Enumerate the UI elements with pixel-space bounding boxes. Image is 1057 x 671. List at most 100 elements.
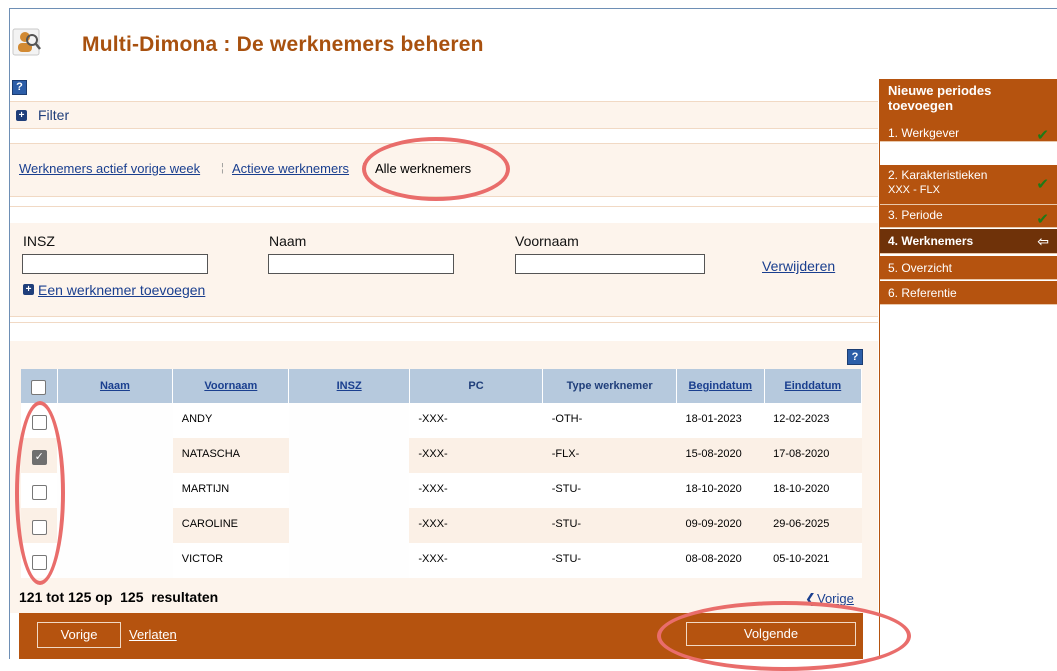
page-header: Multi-Dimona : De werknemers beheren (10, 10, 1057, 82)
naam-cell (57, 508, 173, 543)
wizard-step-3[interactable]: 3. Periode ✔ (880, 205, 1057, 228)
add-employee-link[interactable]: Een werknemer toevoegen (38, 282, 205, 298)
voornaam-cell: VICTOR (172, 543, 289, 578)
wizard-step-label: 2. Karakteristieken (888, 168, 988, 182)
check-icon: ✔ (1036, 211, 1049, 228)
col-pc: PC (409, 369, 544, 403)
insz-cell (288, 508, 410, 543)
annotation-oval (15, 401, 65, 585)
annotation-oval (657, 601, 911, 671)
begindatum-cell: 18-01-2023 (676, 403, 765, 438)
col-voornaam[interactable]: Voornaam (172, 369, 290, 403)
help-icon[interactable]: ? (847, 349, 863, 365)
type-cell: -STU- (542, 543, 677, 578)
table-row: CAROLINE -XXX- -STU- 09-09-2020 29-06-20… (21, 508, 862, 543)
type-cell: -STU- (542, 508, 677, 543)
col-insz[interactable]: INSZ (288, 369, 410, 403)
naam-cell (57, 543, 173, 578)
voornaam-label: Voornaam (515, 233, 579, 249)
naam-cell (57, 473, 173, 508)
filter-bar[interactable]: + Filter (10, 101, 878, 129)
select-all-cell (21, 369, 58, 403)
wizard-step-4[interactable]: 4. Werknemers ⇦ (880, 229, 1057, 254)
begindatum-cell: 15-08-2020 (676, 438, 765, 473)
search-form: INSZ Naam Voornaam Verwijderen + Een wer… (10, 223, 878, 317)
pc-cell: -XXX- (409, 543, 543, 578)
pc-cell: -XXX- (409, 438, 543, 473)
check-icon: ✔ (1036, 176, 1049, 193)
filter-label: Filter (38, 107, 70, 123)
insz-cell (288, 438, 410, 473)
naam-cell (57, 438, 173, 473)
wizard-title: Nieuwe periodes toevoegen (880, 79, 1057, 123)
table-row: VICTOR -XXX- -STU- 08-08-2020 05-10-2021 (21, 543, 862, 578)
table-header-row: Naam Voornaam INSZ PC Type werknemer Beg… (21, 369, 863, 403)
wizard-step-label: 5. Overzicht (888, 261, 953, 275)
begindatum-cell: 08-08-2020 (676, 543, 765, 578)
sort-naam-link[interactable]: Naam (100, 380, 130, 392)
einddatum-cell: 05-10-2021 (764, 543, 862, 578)
wizard-step-label: 6. Referentie (888, 286, 957, 300)
pc-cell: -XXX- (409, 403, 543, 438)
voornaam-cell: NATASCHA (172, 438, 289, 473)
einddatum-cell: 29-06-2025 (764, 508, 862, 543)
plus-icon: + (16, 110, 27, 121)
einddatum-cell: 17-08-2020 (764, 438, 862, 473)
col-type: Type werknemer (542, 369, 677, 403)
voornaam-input[interactable] (515, 254, 705, 274)
type-cell: -FLX- (542, 438, 677, 473)
sort-voornaam-link[interactable]: Voornaam (204, 380, 257, 392)
select-all-checkbox[interactable] (31, 380, 47, 395)
type-cell: -STU- (542, 473, 677, 508)
spacer-strip (10, 206, 878, 224)
employees-table: Naam Voornaam INSZ PC Type werknemer Beg… (21, 369, 863, 578)
wizard-step-sub: XXX - FLX (888, 184, 940, 196)
remove-link[interactable]: Verwijderen (762, 258, 835, 274)
wizard-step-label: 1. Werkgever (888, 126, 960, 140)
einddatum-cell: 12-02-2023 (764, 403, 862, 438)
naam-input[interactable] (268, 254, 454, 274)
spacer-strip (10, 322, 878, 342)
col-begindatum[interactable]: Begindatum (676, 369, 765, 403)
einddatum-cell: 18-10-2020 (764, 473, 862, 508)
table-row: MARTIJN -XXX- -STU- 18-10-2020 18-10-202… (21, 473, 862, 508)
sort-begindatum-link[interactable]: Begindatum (689, 380, 753, 392)
leave-link[interactable]: Verlaten (129, 627, 177, 642)
wizard-step-2[interactable]: 2. Karakteristieken XXX - FLX ✔ (880, 165, 1057, 205)
person-search-icon (12, 28, 41, 56)
naam-label: Naam (269, 233, 307, 249)
col-naam[interactable]: Naam (57, 369, 174, 403)
insz-input[interactable] (22, 254, 208, 274)
tab-actief-vorige-week[interactable]: Werknemers actief vorige week (19, 161, 200, 176)
insz-label: INSZ (23, 233, 55, 249)
wizard-sidebar: Nieuwe periodes toevoegen 1. Werkgever ✔… (880, 79, 1057, 659)
insz-cell (288, 473, 410, 508)
annotation-oval (362, 137, 510, 201)
table-row: ANDY -XXX- -OTH- 18-01-2023 12-02-2023 (21, 403, 862, 438)
type-cell: -OTH- (542, 403, 677, 438)
wizard-step-label: 4. Werknemers (888, 234, 974, 248)
wizard-step-1[interactable]: 1. Werkgever ✔ (880, 123, 1057, 144)
plus-icon: + (23, 284, 34, 295)
col-einddatum[interactable]: Einddatum (764, 369, 863, 403)
voornaam-cell: MARTIJN (172, 473, 289, 508)
sort-insz-link[interactable]: INSZ (337, 380, 362, 392)
begindatum-cell: 18-10-2020 (676, 473, 765, 508)
help-icon[interactable]: ? (12, 80, 27, 95)
table-row: NATASCHA -XXX- -FLX- 15-08-2020 17-08-20… (21, 438, 862, 473)
wizard-step-6[interactable]: 6. Referentie (880, 281, 1057, 305)
tab-separator: ¦ (221, 162, 224, 174)
voornaam-cell: CAROLINE (172, 508, 289, 543)
arrow-left-icon: ⇦ (1037, 233, 1049, 249)
insz-cell (288, 403, 410, 438)
sort-einddatum-link[interactable]: Einddatum (784, 380, 841, 392)
voornaam-cell: ANDY (172, 403, 289, 438)
tab-actieve-werknemers[interactable]: Actieve werknemers (232, 161, 349, 176)
wizard-gap (880, 142, 1057, 166)
previous-button[interactable]: Vorige (37, 622, 121, 648)
wizard-step-5[interactable]: 5. Overzicht (880, 256, 1057, 280)
naam-cell (57, 403, 173, 438)
insz-cell (288, 543, 410, 578)
results-summary: 121 tot 125 op 125 resultaten (19, 589, 219, 605)
pc-cell: -XXX- (409, 473, 543, 508)
